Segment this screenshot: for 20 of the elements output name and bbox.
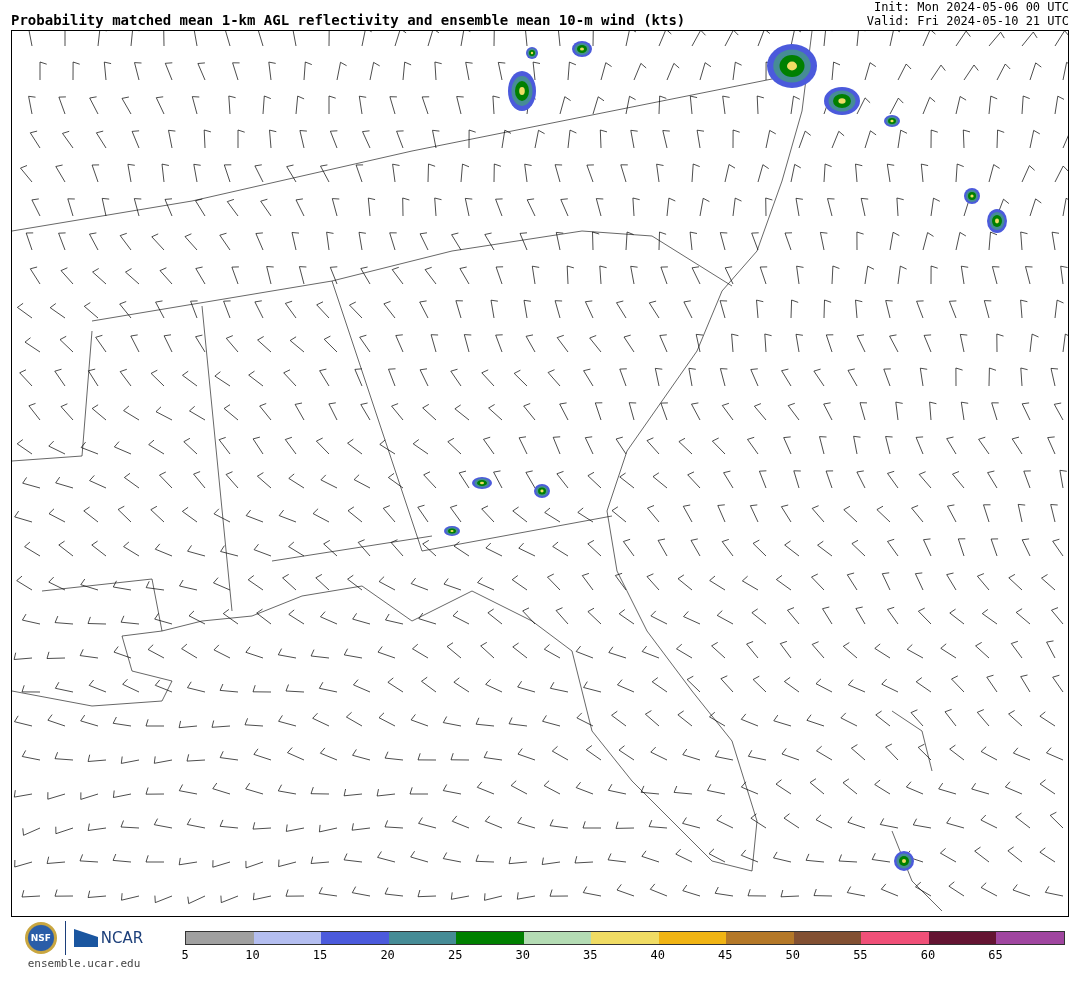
colorbar-tick-label: 65 bbox=[988, 948, 1003, 962]
colorbar-tick-label: 5 bbox=[181, 948, 189, 962]
colorbar-tick-label: 55 bbox=[853, 948, 868, 962]
website-url: ensemble.ucar.edu bbox=[27, 957, 141, 970]
init-time: Init: Mon 2024-05-06 00 UTC bbox=[873, 0, 1069, 14]
colorbar-tick-label: 45 bbox=[718, 948, 733, 962]
colorbar-tick-label: 20 bbox=[380, 948, 395, 962]
ncar-logo: NCAR bbox=[100, 929, 144, 947]
nsf-logo: NSF bbox=[24, 922, 57, 954]
valid-time: Valid: Fri 2024-05-10 21 UTC bbox=[866, 14, 1069, 28]
colorbar-tick-label: 35 bbox=[583, 948, 598, 962]
colorbar-tick-label: 50 bbox=[785, 948, 801, 962]
colorbar-tick-label: 25 bbox=[447, 948, 463, 962]
colorbar-tick-label: 10 bbox=[245, 948, 260, 962]
colorbar-tick-label: 30 bbox=[515, 948, 530, 962]
colorbar-tick-label: 40 bbox=[650, 948, 665, 962]
chart-title: Probability matched mean 1-km AGL reflectivity and ensemble mean 10-m wind (kts) bbox=[11, 12, 686, 28]
colorbar-tick-label: 60 bbox=[920, 948, 936, 962]
ncar-emblem-icon bbox=[73, 929, 98, 947]
colorbar-tick-label: 15 bbox=[312, 948, 328, 962]
